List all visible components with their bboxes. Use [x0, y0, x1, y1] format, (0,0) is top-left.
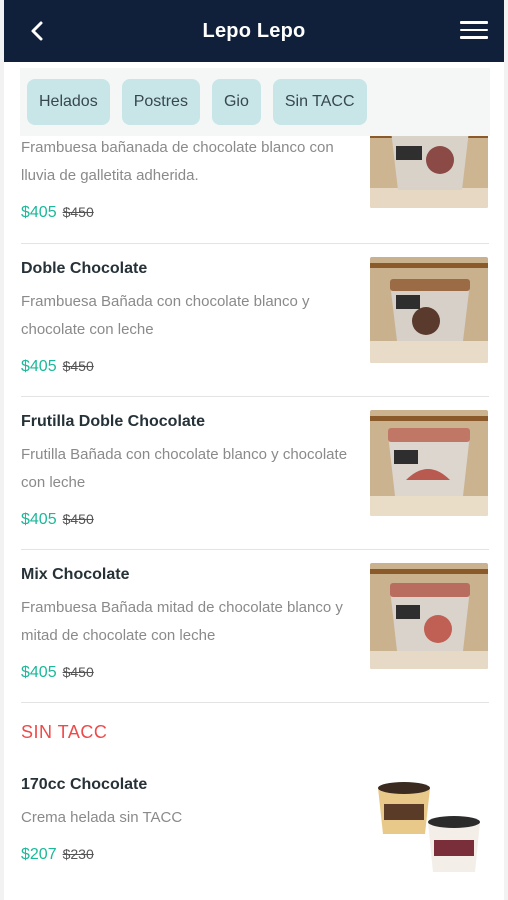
product-old-price: $450: [62, 664, 94, 680]
section-title: SIN TACC: [21, 722, 108, 742]
product-description: Frambuesa bañanada de chocolate blanco c…: [21, 139, 334, 184]
app-screen: Lepo Lepo Helados Postres Gio Sin TACC F…: [0, 0, 508, 900]
product-price: $405: [21, 358, 57, 375]
product-price: $405: [21, 204, 57, 221]
product-price: $405: [21, 511, 57, 528]
product-old-price: $450: [62, 204, 94, 220]
hamburger-menu-icon: [460, 21, 488, 24]
chevron-left-icon: [31, 21, 43, 41]
back-button[interactable]: [22, 16, 52, 46]
product-image: [370, 563, 488, 669]
product-image: [370, 410, 488, 516]
product-old-price: $450: [62, 511, 94, 527]
product-description: Frambuesa Bañada mitad de chocolate blan…: [21, 599, 343, 644]
menu-list[interactable]: Helados Postres Gio Sin TACC Frambuesa b…: [4, 62, 504, 900]
menu-button[interactable]: [460, 17, 488, 43]
page-title: Lepo Lepo: [202, 19, 306, 42]
top-app-bar: Lepo Lepo: [4, 0, 504, 62]
product-price: $405: [21, 664, 57, 681]
divider: [21, 243, 489, 244]
product-price: $207: [21, 846, 57, 863]
divider: [21, 396, 489, 397]
divider: [21, 702, 489, 703]
category-chip-postres[interactable]: Postres: [121, 79, 200, 125]
product-description: Frutilla Bañada con chocolate blanco y c…: [21, 446, 348, 491]
category-tabs: Helados Postres Gio Sin TACC: [20, 68, 490, 136]
product-old-price: $450: [62, 358, 94, 374]
product-image: [370, 774, 488, 880]
category-chip-helados[interactable]: Helados: [27, 79, 110, 125]
product-description: Crema helada sin TACC: [21, 809, 183, 826]
product-old-price: $230: [62, 846, 94, 862]
category-chip-sin-tacc[interactable]: Sin TACC: [272, 79, 367, 125]
divider: [21, 549, 489, 550]
category-chip-gio[interactable]: Gio: [211, 79, 261, 125]
product-image: [370, 257, 488, 363]
product-description: Frambuesa Bañada con chocolate blanco y …: [21, 293, 310, 338]
